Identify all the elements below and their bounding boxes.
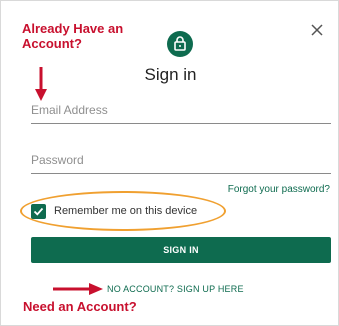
annotation-already-have-account: Already Have an Account? — [22, 21, 124, 51]
sign-in-button[interactable]: SIGN IN — [31, 237, 331, 263]
checkmark-icon — [33, 207, 44, 216]
remember-me-label: Remember me on this device — [54, 205, 198, 217]
password-field[interactable] — [31, 151, 331, 174]
annotation-need-account: Need an Account? — [23, 299, 137, 314]
lock-icon — [167, 31, 193, 57]
sign-in-dialog: Already Have an Account? Sign in Forgot … — [0, 0, 339, 326]
email-field[interactable] — [31, 101, 331, 124]
forgot-password-link[interactable]: Forgot your password? — [228, 184, 330, 195]
arrow-right-icon — [53, 283, 103, 295]
sign-up-link[interactable]: NO ACCOUNT? SIGN UP HERE — [107, 284, 244, 294]
remember-me-checkbox[interactable] — [31, 204, 46, 219]
close-icon[interactable] — [308, 21, 326, 39]
dialog-title: Sign in — [144, 65, 197, 84]
